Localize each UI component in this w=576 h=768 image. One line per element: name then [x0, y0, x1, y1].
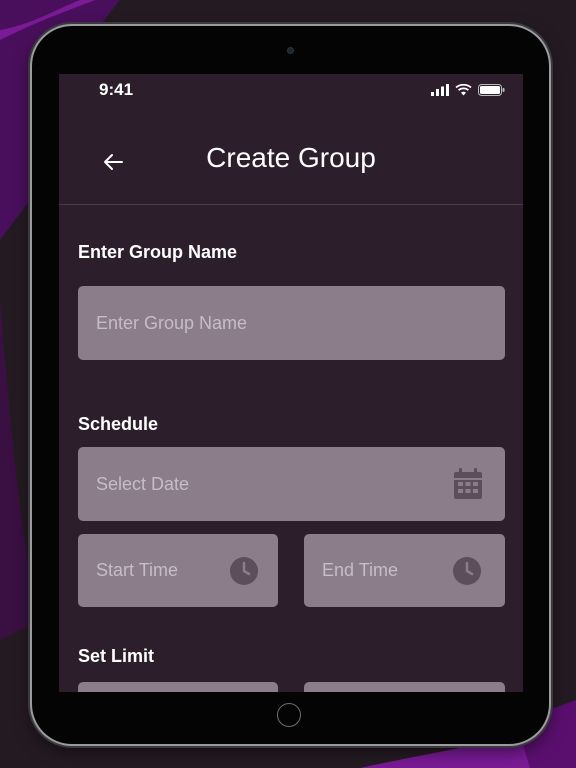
- signal-icon: [431, 84, 449, 96]
- set-limit-label: Set Limit: [78, 646, 155, 666]
- group-name-placeholder: Enter Group Name: [96, 312, 248, 333]
- status-icons: [431, 84, 505, 96]
- status-time: 9:41: [99, 80, 134, 99]
- front-camera: [288, 48, 293, 53]
- battery-icon: [478, 84, 505, 96]
- start-clock-icon: [230, 556, 258, 585]
- group-name-label: Enter Group Name: [78, 242, 238, 262]
- page-title: Create Group: [206, 142, 376, 173]
- status-bar: 9:41: [59, 74, 523, 110]
- wifi-icon: [455, 84, 472, 96]
- group-name-input[interactable]: Enter Group Name: [78, 286, 505, 360]
- start-time-placeholder: Start Time: [96, 560, 179, 580]
- limit-field-left[interactable]: [78, 682, 278, 692]
- select-date-field[interactable]: Select Date: [78, 447, 505, 521]
- start-time-field[interactable]: Start Time: [78, 534, 278, 607]
- home-button[interactable]: [277, 703, 301, 727]
- calendar-icon: [453, 468, 483, 500]
- select-date-placeholder: Select Date: [96, 473, 190, 494]
- header-bar: Create Group: [59, 130, 523, 205]
- end-clock-icon: [453, 556, 481, 585]
- tablet-device-frame: 9:41 Create Group Enter Group Name Enter…: [32, 26, 549, 744]
- end-time-placeholder: End Time: [322, 560, 399, 580]
- end-time-field[interactable]: End Time: [304, 534, 505, 607]
- app-screen: 9:41 Create Group Enter Group Name Enter…: [59, 74, 523, 692]
- limit-field-right[interactable]: [304, 682, 505, 692]
- schedule-label: Schedule: [78, 414, 159, 434]
